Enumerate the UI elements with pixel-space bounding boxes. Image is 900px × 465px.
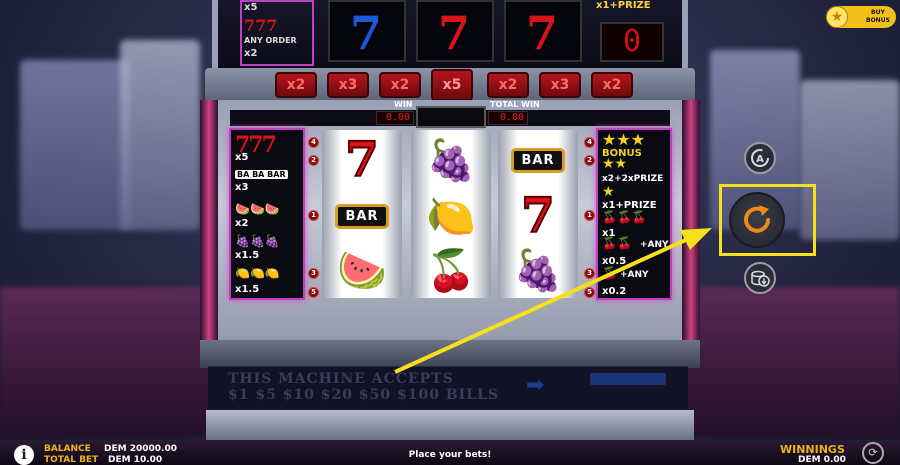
status-message: Place your bets! <box>408 450 492 460</box>
winnings-value: DEM 0.00 <box>798 455 846 465</box>
star-icon: ★ <box>826 6 848 28</box>
annotation-arrow <box>394 228 712 374</box>
turbo-speed-button[interactable]: ⟳ <box>862 442 884 464</box>
speedometer-icon: ⟳ <box>868 446 878 459</box>
buy-bonus-label: BUY BONUS <box>866 9 890 24</box>
buy-bonus-button[interactable]: ★ BUY BONUS <box>826 6 896 28</box>
